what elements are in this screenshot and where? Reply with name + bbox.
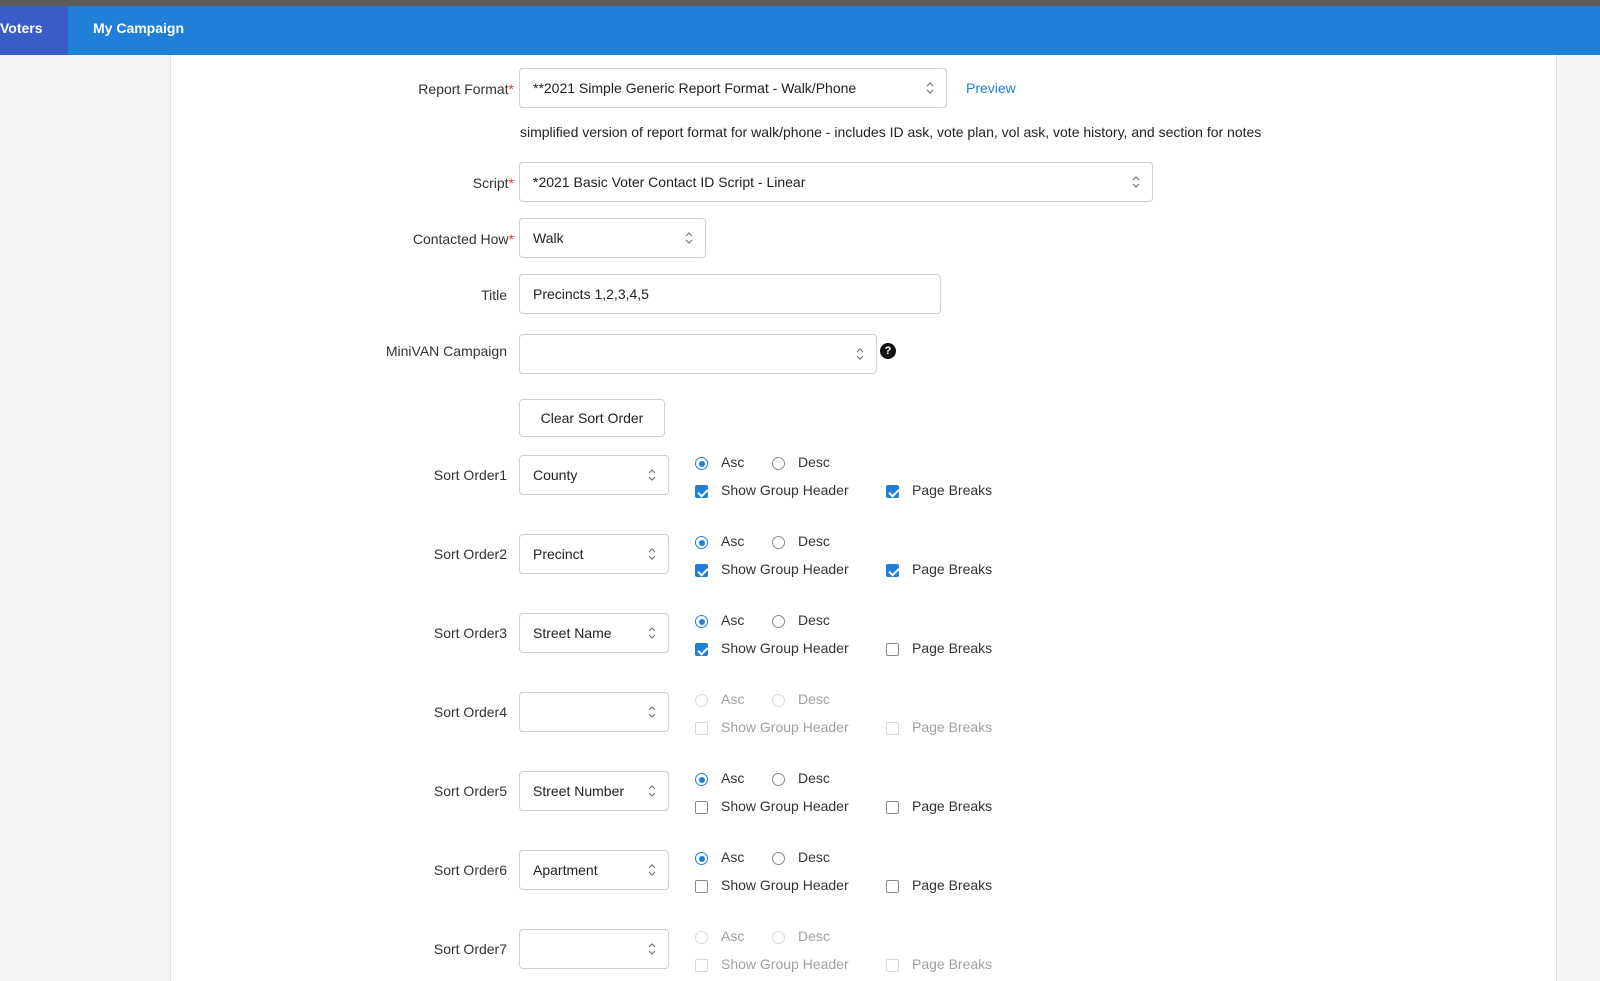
sort-order-label: Sort Order7: [433, 941, 507, 957]
asc-label: Asc: [721, 691, 745, 707]
show-group-header-label: Show Group Header: [721, 877, 849, 893]
sort-order-select[interactable]: Precinct: [519, 534, 669, 574]
report-format-description: simplified version of report format for …: [520, 124, 1262, 140]
chevron-updown-icon: [648, 785, 656, 797]
chevron-updown-icon: [648, 864, 656, 876]
page-breaks-checkbox[interactable]: [886, 722, 899, 735]
asc-radio[interactable]: [695, 457, 708, 470]
asc-label: Asc: [721, 612, 745, 628]
asc-label: Asc: [721, 770, 745, 786]
page-breaks-label: Page Breaks: [912, 798, 993, 814]
desc-label: Desc: [798, 454, 830, 470]
asc-radio[interactable]: [695, 615, 708, 628]
sort-order-select[interactable]: Apartment: [519, 850, 669, 890]
asc-radio[interactable]: [695, 536, 708, 549]
chevron-updown-icon: [648, 469, 656, 481]
show-group-header-label: Show Group Header: [721, 640, 849, 656]
desc-radio[interactable]: [772, 457, 785, 470]
show-group-header-checkbox[interactable]: [695, 722, 708, 735]
desc-label: Desc: [798, 612, 830, 628]
show-group-header-checkbox[interactable]: [695, 643, 708, 656]
help-icon[interactable]: ?: [880, 343, 896, 359]
show-group-header-label: Show Group Header: [721, 561, 849, 577]
sort-order-select[interactable]: [519, 692, 669, 732]
show-group-header-checkbox[interactable]: [695, 485, 708, 498]
nav-tab-my-campaign[interactable]: My Campaign: [93, 6, 184, 55]
chevron-updown-icon: [1132, 176, 1140, 188]
desc-radio[interactable]: [772, 852, 785, 865]
asc-radio[interactable]: [695, 931, 708, 944]
minivan-campaign-label: MiniVAN Campaign: [385, 343, 507, 359]
sort-order-select[interactable]: Street Number: [519, 771, 669, 811]
asc-label: Asc: [721, 849, 745, 865]
chevron-updown-icon: [856, 348, 864, 360]
page-breaks-checkbox[interactable]: [886, 959, 899, 972]
contacted-how-label: Contacted How*: [412, 231, 514, 247]
sort-order-label: Sort Order4: [433, 704, 507, 720]
report-format-label: Report Format*: [418, 81, 514, 97]
desc-label: Desc: [798, 928, 830, 944]
show-group-header-label: Show Group Header: [721, 482, 849, 498]
report-format-select[interactable]: **2021 Simple Generic Report Format - Wa…: [519, 68, 947, 108]
show-group-header-label: Show Group Header: [721, 956, 849, 972]
asc-radio[interactable]: [695, 694, 708, 707]
minivan-campaign-select[interactable]: [519, 334, 877, 374]
contacted-how-select[interactable]: Walk: [519, 218, 706, 258]
page-breaks-label: Page Breaks: [912, 482, 993, 498]
title-input[interactable]: Precincts 1,2,3,4,5: [519, 274, 941, 314]
asc-label: Asc: [721, 533, 745, 549]
chevron-updown-icon: [648, 943, 656, 955]
sort-order-select[interactable]: Street Name: [519, 613, 669, 653]
page-breaks-checkbox[interactable]: [886, 880, 899, 893]
sort-order-label: Sort Order2: [433, 546, 507, 562]
clear-sort-order-button[interactable]: Clear Sort Order: [519, 399, 665, 437]
script-label: Script*: [472, 175, 514, 191]
page-breaks-checkbox[interactable]: [886, 485, 899, 498]
show-group-header-checkbox[interactable]: [695, 959, 708, 972]
desc-label: Desc: [798, 849, 830, 865]
page-breaks-label: Page Breaks: [912, 640, 993, 656]
desc-radio[interactable]: [772, 773, 785, 786]
show-group-header-label: Show Group Header: [721, 719, 849, 735]
chevron-updown-icon: [648, 627, 656, 639]
chevron-updown-icon: [648, 706, 656, 718]
page-breaks-label: Page Breaks: [912, 956, 993, 972]
chevron-updown-icon: [926, 82, 934, 94]
nav-tab-voters[interactable]: Voters: [0, 6, 68, 55]
asc-radio[interactable]: [695, 852, 708, 865]
desc-label: Desc: [798, 691, 830, 707]
page-breaks-label: Page Breaks: [912, 561, 993, 577]
sort-order-label: Sort Order6: [433, 862, 507, 878]
page-breaks-checkbox[interactable]: [886, 564, 899, 577]
asc-label: Asc: [721, 454, 745, 470]
desc-radio[interactable]: [772, 931, 785, 944]
show-group-header-checkbox[interactable]: [695, 801, 708, 814]
preview-link[interactable]: Preview: [966, 80, 1016, 96]
page-breaks-checkbox[interactable]: [886, 801, 899, 814]
page-breaks-label: Page Breaks: [912, 719, 993, 735]
page-breaks-label: Page Breaks: [912, 877, 993, 893]
sort-order-label: Sort Order1: [433, 467, 507, 483]
title-label: Title: [481, 287, 507, 303]
show-group-header-checkbox[interactable]: [695, 880, 708, 893]
sort-order-select[interactable]: County: [519, 455, 669, 495]
script-select[interactable]: *2021 Basic Voter Contact ID Script - Li…: [519, 162, 1153, 202]
chevron-updown-icon: [648, 548, 656, 560]
desc-radio[interactable]: [772, 694, 785, 707]
asc-radio[interactable]: [695, 773, 708, 786]
desc-label: Desc: [798, 533, 830, 549]
desc-label: Desc: [798, 770, 830, 786]
asc-label: Asc: [721, 928, 745, 944]
sort-order-label: Sort Order5: [433, 783, 507, 799]
sort-order-label: Sort Order3: [433, 625, 507, 641]
desc-radio[interactable]: [772, 615, 785, 628]
top-nav-bar: Voters My Campaign: [0, 6, 1600, 55]
show-group-header-checkbox[interactable]: [695, 564, 708, 577]
sort-order-select[interactable]: [519, 929, 669, 969]
page-breaks-checkbox[interactable]: [886, 643, 899, 656]
chevron-updown-icon: [685, 232, 693, 244]
desc-radio[interactable]: [772, 536, 785, 549]
show-group-header-label: Show Group Header: [721, 798, 849, 814]
